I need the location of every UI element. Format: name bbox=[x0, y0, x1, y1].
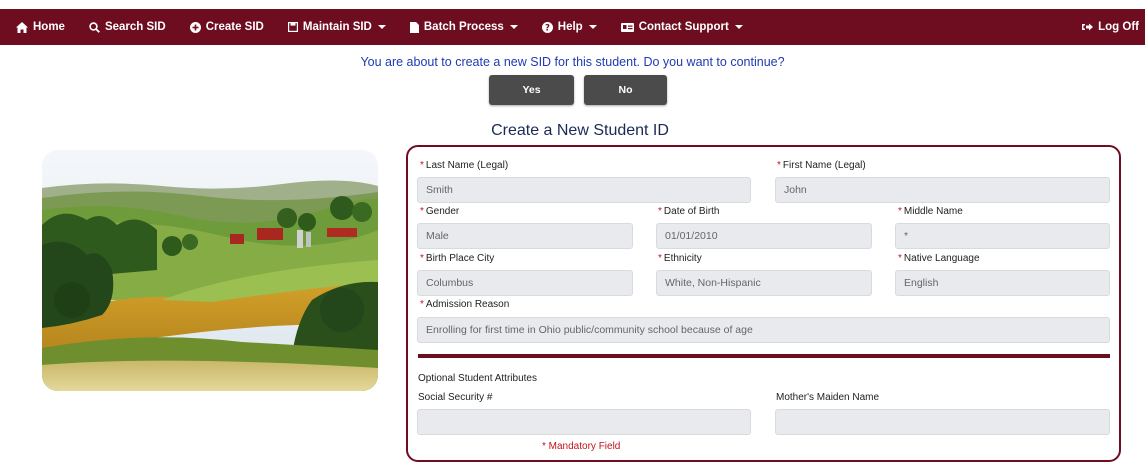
create-student-form: * Last Name (Legal) * First Name (Legal) S… bbox=[406, 145, 1121, 462]
caret-down-icon bbox=[588, 25, 597, 29]
no-button[interactable]: No bbox=[584, 75, 667, 105]
ssn-field[interactable] bbox=[417, 409, 751, 435]
caret-down-icon bbox=[377, 25, 386, 29]
id-card-icon bbox=[620, 22, 634, 32]
caret-down-icon bbox=[734, 25, 743, 29]
file-icon bbox=[409, 21, 419, 33]
dob-field[interactable]: 01/01/2010 bbox=[656, 223, 872, 249]
required-marker: * bbox=[898, 253, 902, 264]
last-name-label: * Last Name (Legal) bbox=[420, 160, 509, 171]
maiden-name-label: Mother's Maiden Name bbox=[776, 392, 880, 403]
nav-home[interactable]: Home bbox=[16, 9, 77, 45]
nav-maintain-sid-label: Maintain SID bbox=[302, 21, 372, 33]
optional-attributes-heading: Optional Student Attributes bbox=[418, 373, 537, 384]
nav-batch-process[interactable]: Batch Process bbox=[398, 9, 530, 45]
sign-out-icon bbox=[1082, 22, 1094, 32]
svg-text:?: ? bbox=[545, 23, 550, 32]
admission-reason-field[interactable]: Enrolling for first time in Ohio public/… bbox=[417, 317, 1110, 343]
home-icon bbox=[16, 21, 28, 33]
required-marker: * bbox=[658, 253, 662, 264]
middle-name-label: * Middle Name bbox=[898, 206, 963, 217]
caret-down-icon bbox=[509, 25, 518, 29]
question-circle-icon: ? bbox=[541, 21, 553, 33]
first-name-label: * First Name (Legal) bbox=[777, 160, 866, 171]
last-name-field[interactable]: Smith bbox=[417, 177, 751, 203]
confirm-message: You are about to create a new SID for th… bbox=[360, 55, 785, 69]
gender-label: * Gender bbox=[420, 206, 460, 217]
native-language-label: * Native Language bbox=[898, 253, 980, 264]
required-marker: * bbox=[420, 299, 424, 310]
required-marker: * bbox=[420, 206, 424, 217]
nav-help[interactable]: ? Help bbox=[530, 9, 609, 45]
yes-button[interactable]: Yes bbox=[489, 75, 574, 105]
plus-circle-icon bbox=[189, 21, 201, 33]
middle-name-field[interactable]: * bbox=[895, 223, 1110, 249]
ssn-label: Social Security # bbox=[418, 392, 493, 403]
gender-field[interactable]: Male bbox=[417, 223, 633, 249]
nav-contact-support-label: Contact Support bbox=[638, 21, 729, 33]
nav-search-sid[interactable]: Search SID bbox=[77, 9, 178, 45]
required-marker: * bbox=[420, 253, 424, 264]
nav-create-sid[interactable]: Create SID bbox=[178, 9, 276, 45]
nav-batch-process-label: Batch Process bbox=[423, 21, 504, 33]
required-marker: * bbox=[898, 206, 902, 217]
farm-landscape-image bbox=[42, 150, 378, 391]
nav-maintain-sid[interactable]: Maintain SID bbox=[276, 9, 398, 45]
dob-label: * Date of Birth bbox=[658, 206, 720, 217]
nav-help-label: Help bbox=[557, 21, 583, 33]
required-marker: * bbox=[420, 160, 424, 171]
search-icon bbox=[89, 21, 100, 33]
birth-city-label: * Birth Place City bbox=[420, 253, 495, 264]
maiden-name-field[interactable] bbox=[775, 409, 1110, 435]
section-divider bbox=[418, 354, 1110, 358]
ethnicity-label: * Ethnicity bbox=[658, 253, 702, 264]
admission-reason-label: * Admission Reason bbox=[420, 299, 510, 310]
page-title: Create a New Student ID bbox=[491, 122, 669, 139]
mandatory-field-note: * Mandatory Field bbox=[542, 441, 621, 452]
top-navbar: Home Search SID Create SID Maintain SID … bbox=[0, 9, 1145, 45]
nav-create-sid-label: Create SID bbox=[205, 21, 264, 33]
nav-search-sid-label: Search SID bbox=[104, 21, 166, 33]
nav-log-off-label: Log Off bbox=[1098, 21, 1139, 33]
ethnicity-field[interactable]: White, Non-Hispanic bbox=[656, 270, 872, 296]
nav-log-off[interactable]: Log Off bbox=[1070, 9, 1145, 45]
first-name-field[interactable]: John bbox=[775, 177, 1110, 203]
required-marker: * bbox=[658, 206, 662, 217]
nav-contact-support[interactable]: Contact Support bbox=[609, 9, 755, 45]
save-icon bbox=[287, 22, 298, 32]
required-marker: * bbox=[777, 160, 781, 171]
birth-city-field[interactable]: Columbus bbox=[417, 270, 633, 296]
native-language-field[interactable]: English bbox=[895, 270, 1110, 296]
nav-home-label: Home bbox=[33, 21, 65, 33]
